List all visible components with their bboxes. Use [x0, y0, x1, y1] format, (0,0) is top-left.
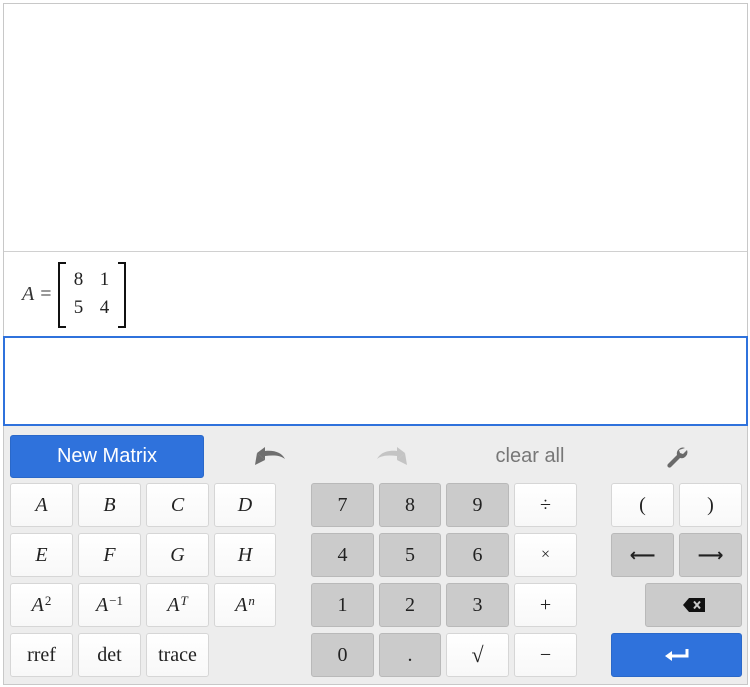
key-4[interactable]: 4 [311, 533, 374, 577]
key-A-squared[interactable]: A2 [10, 583, 73, 627]
undo-button[interactable] [244, 438, 296, 474]
settings-button[interactable] [654, 438, 700, 474]
key-8[interactable]: 8 [379, 483, 441, 527]
matrix-cell: 1 [99, 269, 110, 290]
key-G[interactable]: G [146, 533, 209, 577]
clear-all-button[interactable]: clear all [480, 438, 580, 474]
redo-icon [377, 447, 407, 465]
key-close-paren[interactable]: ) [679, 483, 742, 527]
matrix: 8 1 5 4 [57, 262, 126, 328]
key-left-arrow[interactable]: ⟵ [611, 533, 674, 577]
wrench-icon [667, 447, 688, 468]
key-decimal[interactable]: . [379, 633, 441, 677]
backspace-icon [682, 598, 705, 612]
matrix-cell: 5 [73, 297, 84, 318]
backspace-button[interactable] [645, 583, 742, 627]
matrix-definition: A = 8 1 5 4 [22, 262, 126, 328]
matrix-cell: 4 [99, 297, 110, 318]
key-C[interactable]: C [146, 483, 209, 527]
key-6[interactable]: 6 [446, 533, 509, 577]
right-bracket [117, 262, 126, 328]
key-times[interactable]: × [514, 533, 577, 577]
display-area [4, 4, 747, 252]
key-divide[interactable]: ÷ [514, 483, 577, 527]
key-right-arrow[interactable]: ⟶ [679, 533, 742, 577]
enter-icon [664, 649, 688, 661]
key-rref[interactable]: rref [10, 633, 73, 677]
expression-row[interactable]: A = 8 1 5 4 [4, 252, 747, 336]
key-5[interactable]: 5 [379, 533, 441, 577]
key-9[interactable]: 9 [446, 483, 509, 527]
key-3[interactable]: 3 [446, 583, 509, 627]
key-H[interactable]: H [214, 533, 276, 577]
equals-sign: = [40, 282, 52, 305]
key-A-power-n[interactable]: An [214, 583, 276, 627]
key-B[interactable]: B [78, 483, 141, 527]
left-bracket [57, 262, 66, 328]
key-D[interactable]: D [214, 483, 276, 527]
key-plus[interactable]: + [514, 583, 577, 627]
redo-button[interactable] [366, 438, 418, 474]
key-2[interactable]: 2 [379, 583, 441, 627]
key-open-paren[interactable]: ( [611, 483, 674, 527]
enter-button[interactable] [611, 633, 742, 677]
key-minus[interactable]: − [514, 633, 577, 677]
key-det[interactable]: det [78, 633, 141, 677]
undo-icon [255, 447, 285, 465]
key-trace[interactable]: trace [146, 633, 209, 677]
key-0[interactable]: 0 [311, 633, 374, 677]
key-7[interactable]: 7 [311, 483, 374, 527]
key-A-transpose[interactable]: AT [146, 583, 209, 627]
key-A-inverse[interactable]: A −1 [78, 583, 141, 627]
key-F[interactable]: F [78, 533, 141, 577]
matrix-variable: A [22, 282, 35, 305]
keypad: New Matrix clear all A B C D E F G H A2 … [4, 426, 747, 684]
key-1[interactable]: 1 [311, 583, 374, 627]
new-matrix-button[interactable]: New Matrix [10, 435, 204, 478]
key-A[interactable]: A [10, 483, 73, 527]
key-E[interactable]: E [10, 533, 73, 577]
key-sqrt[interactable]: √ [446, 633, 509, 677]
expression-input[interactable] [3, 336, 748, 426]
matrix-cell: 8 [73, 269, 84, 290]
